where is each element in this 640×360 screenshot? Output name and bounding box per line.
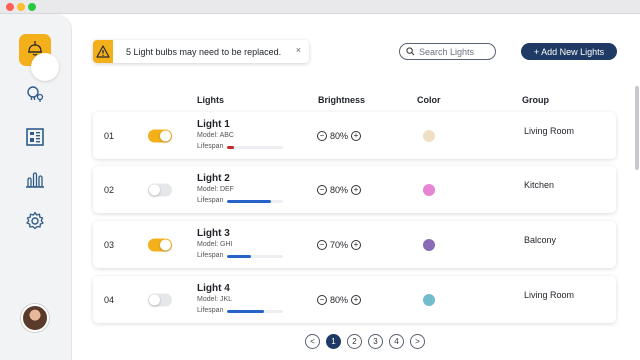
color-swatch[interactable]: [423, 129, 435, 142]
lifespan-bar: [227, 146, 283, 149]
light-row[interactable]: 01 Light 1 Model: ABC Lifespan −80% + Living R…: [93, 112, 616, 159]
scrollbar[interactable]: [634, 14, 640, 360]
pagination: < 1 2 3 4 >: [305, 334, 425, 349]
page-1-button[interactable]: 1: [326, 334, 341, 349]
color-swatch[interactable]: [423, 293, 435, 306]
color-swatch[interactable]: [423, 183, 435, 196]
brightness-control: −70% +: [317, 239, 362, 250]
lifespan-bar: [227, 200, 283, 203]
lifespan-label: Lifespan: [197, 307, 224, 314]
minimize-window-button[interactable]: [17, 3, 25, 11]
page-4-button[interactable]: 4: [389, 334, 404, 349]
brightness-increase-button[interactable]: +: [351, 239, 362, 250]
lifespan-bar: [227, 255, 283, 258]
header-brightness: Brightness: [318, 95, 366, 105]
add-new-lights-button[interactable]: + Add New Lights: [521, 43, 617, 60]
lifespan-bar-fill: [227, 255, 251, 258]
avatar[interactable]: [21, 304, 49, 332]
group-name: Living Room: [524, 126, 575, 136]
group-name: Living Room: [524, 290, 575, 300]
settings-icon[interactable]: [24, 210, 46, 232]
brightness-control: −80% +: [317, 130, 362, 141]
lifespan-bar-fill: [227, 200, 271, 203]
brightness-value: 80%: [330, 294, 349, 305]
search-box[interactable]: [399, 43, 496, 60]
previous-page-button[interactable]: <: [305, 334, 320, 349]
page-3-button[interactable]: 3: [368, 334, 383, 349]
toggle-knob: [149, 184, 160, 195]
light-model: Model: GHI: [197, 241, 233, 248]
page-2-button[interactable]: 2: [347, 334, 362, 349]
light-name: Light 2: [197, 173, 230, 184]
lifespan-label: Lifespan: [197, 252, 224, 259]
light-model: Model: DEF: [197, 186, 234, 193]
brightness-increase-button[interactable]: +: [351, 294, 362, 305]
brightness-decrease-button[interactable]: −: [317, 130, 327, 141]
lifespan-label: Lifespan: [197, 197, 224, 204]
brightness-value: 80%: [330, 184, 349, 195]
active-indicator: [31, 53, 59, 81]
window-titlebar: [0, 0, 640, 14]
lifespan-label: Lifespan: [197, 143, 224, 150]
brightness-value: 70%: [330, 239, 349, 250]
light-name: Light 1: [197, 119, 230, 130]
bulbs-icon[interactable]: [24, 84, 46, 106]
lifespan-bar-fill: [227, 310, 264, 313]
brightness-increase-button[interactable]: +: [351, 184, 362, 195]
light-model: Model: JKL: [197, 296, 233, 303]
scrollbar-thumb[interactable]: [635, 86, 639, 170]
brightness-value: 80%: [330, 130, 349, 141]
search-icon: [406, 47, 415, 56]
power-toggle[interactable]: [148, 183, 172, 196]
dashboard-icon[interactable]: [24, 126, 46, 148]
row-number: 01: [104, 130, 115, 141]
maximize-window-button[interactable]: [28, 3, 36, 11]
toggle-knob: [149, 294, 160, 305]
toggle-knob: [160, 239, 171, 250]
search-input[interactable]: [419, 46, 491, 57]
row-number: 04: [104, 294, 115, 305]
row-number: 03: [104, 239, 115, 250]
next-page-button[interactable]: >: [410, 334, 425, 349]
color-swatch[interactable]: [423, 238, 435, 251]
group-name: Kitchen: [524, 180, 555, 190]
row-number: 02: [104, 184, 115, 195]
power-toggle[interactable]: [148, 238, 172, 251]
light-row[interactable]: 02 Light 2 Model: DEF Lifespan −80% + Kitchen: [93, 166, 616, 213]
brightness-control: −80% +: [317, 184, 362, 195]
power-toggle[interactable]: [148, 293, 172, 306]
brightness-increase-button[interactable]: +: [351, 130, 362, 141]
header-group: Group: [522, 95, 549, 105]
light-name: Light 3: [197, 228, 230, 239]
group-name: Balcony: [524, 235, 557, 245]
lifespan-bar-fill: [227, 146, 234, 149]
close-window-button[interactable]: [6, 3, 14, 11]
power-toggle[interactable]: [148, 129, 172, 142]
brightness-decrease-button[interactable]: −: [317, 239, 327, 250]
alert-message: 5 Light bulbs may need to be replaced.: [126, 46, 282, 57]
light-model: Model: ABC: [197, 132, 234, 139]
toggle-knob: [160, 130, 171, 141]
lifespan-bar: [227, 310, 283, 313]
light-row[interactable]: 04 Light 4 Model: JKL Lifespan −80% + Living R…: [93, 276, 616, 323]
brightness-decrease-button[interactable]: −: [317, 294, 327, 305]
chart-icon[interactable]: [24, 168, 46, 190]
brightness-decrease-button[interactable]: −: [317, 184, 327, 195]
light-name: Light 4: [197, 283, 230, 294]
replacement-alert: 5 Light bulbs may need to be replaced. ×: [93, 40, 309, 63]
light-row[interactable]: 03 Light 3 Model: GHI Lifespan −70% + Balcony: [93, 221, 616, 268]
warning-icon: [93, 40, 113, 63]
alert-close-button[interactable]: ×: [296, 45, 301, 55]
brightness-control: −80% +: [317, 294, 362, 305]
sidebar: [0, 14, 72, 360]
header-lights: Lights: [197, 95, 224, 105]
header-color: Color: [417, 95, 441, 105]
